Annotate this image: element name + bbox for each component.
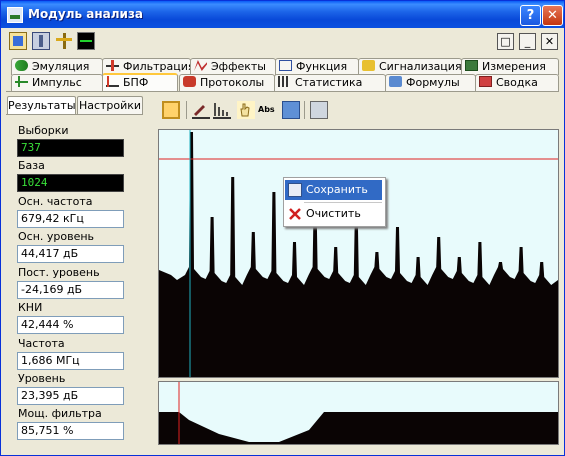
base-value: 1024 [17, 174, 124, 192]
window-title: Модуль анализа [28, 7, 144, 21]
tab-emulation[interactable]: Эмуляция [11, 58, 103, 75]
pen-glyph [194, 105, 205, 116]
close-panel-button[interactable]: ✕ [541, 33, 558, 50]
tab-fft[interactable]: БПФ [102, 73, 178, 92]
tab-label: Сигнализация [379, 60, 462, 73]
app-icon [7, 7, 23, 23]
filter-svg [159, 382, 558, 444]
samples-label: Выборки [18, 124, 69, 137]
effects-icon [194, 60, 207, 71]
tab-panel-border [6, 91, 559, 92]
fund-level-value: 44,417 дБ [17, 245, 124, 263]
tab-function[interactable]: Функция [275, 58, 359, 75]
spectrum-svg [159, 130, 558, 377]
tab-statistics[interactable]: Статистика [274, 74, 386, 91]
tab-impulse[interactable]: Импульс [11, 74, 103, 91]
histogram-glyph [214, 103, 228, 116]
summary-icon [479, 76, 492, 87]
subtab-border [6, 114, 143, 115]
level-label: Уровень [18, 372, 66, 385]
samples-value: 737 [17, 139, 124, 157]
menu-item-label: Сохранить [306, 183, 368, 196]
copy-icon[interactable] [310, 101, 328, 119]
function-icon [279, 60, 292, 71]
tab-signaling[interactable]: Сигнализация [358, 58, 462, 75]
filter-icon [106, 60, 119, 71]
pin-icon[interactable] [55, 32, 73, 50]
delete-icon [288, 207, 302, 221]
meter-icon [465, 60, 478, 71]
filter-curve [159, 412, 558, 444]
tab-label: Статистика [295, 76, 363, 89]
context-menu: Сохранить Очистить [283, 177, 386, 227]
tab-settings[interactable]: Настройки [77, 96, 143, 115]
oscilloscope-icon[interactable] [77, 32, 95, 50]
tab-label: Сводка [496, 76, 538, 89]
tab-measurements[interactable]: Измерения [461, 58, 559, 75]
toolbar-separator [304, 101, 305, 119]
tab-protocols[interactable]: Протоколы [179, 74, 275, 91]
emulation-icon [15, 60, 28, 71]
fund-freq-value: 679,42 кГц [17, 210, 124, 228]
tab-label: Протоколы [200, 76, 265, 89]
toolbar-separator [186, 101, 187, 119]
statistics-icon [278, 76, 291, 87]
thd-label: КНИ [18, 301, 43, 314]
frequency-label: Частота [18, 337, 65, 350]
spectrum-trace [159, 132, 558, 377]
help-button[interactable]: ? [520, 5, 541, 26]
fund-freq-label: Осн. частота [18, 195, 93, 208]
tab-label: Эффекты [211, 60, 266, 73]
open-icon[interactable] [9, 32, 27, 50]
menu-item-clear[interactable]: Очистить [285, 204, 382, 224]
histogram-icon[interactable] [213, 101, 231, 119]
delete-glyph [289, 208, 301, 220]
menu-separator [304, 202, 382, 203]
tab-formulas[interactable]: Формулы [385, 74, 476, 91]
analysis-window: Модуль анализа ? ✕ □ _ ✕ Эмуляция Фильтр… [0, 0, 565, 456]
main-toolbar: □ _ ✕ [1, 29, 564, 55]
restore-button[interactable]: □ [497, 33, 514, 50]
display-icon[interactable] [282, 101, 300, 119]
fund-level-label: Осн. уровень [18, 230, 95, 243]
tab-effects[interactable]: Эффекты [190, 58, 276, 75]
title-bar[interactable]: Модуль анализа ? ✕ [1, 1, 564, 28]
filter-power-value: 85,751 % [17, 422, 124, 440]
dc-level-value: -24,169 дБ [17, 281, 124, 299]
tab-label: Функция [296, 60, 348, 73]
menu-item-label: Очистить [306, 207, 361, 220]
base-label: База [18, 159, 45, 172]
filter-plot[interactable] [158, 381, 559, 445]
minimize-button[interactable]: _ [519, 33, 536, 50]
hand-icon[interactable] [237, 101, 255, 119]
tab-label: Измерения [482, 60, 546, 73]
close-button[interactable]: ✕ [542, 5, 563, 26]
tab-label: Эмуляция [32, 60, 90, 73]
menu-item-save[interactable]: Сохранить [285, 180, 382, 200]
impulse-icon [15, 76, 28, 87]
signaling-icon [362, 60, 375, 71]
tab-results[interactable]: Результаты [7, 96, 76, 115]
tab-label: Формулы [406, 76, 460, 89]
frequency-value: 1,686 МГц [17, 352, 124, 370]
level-value: 23,395 дБ [17, 387, 124, 405]
hand-glyph [240, 103, 250, 117]
formulas-icon [389, 76, 402, 87]
book-icon[interactable] [32, 32, 50, 50]
tab-summary[interactable]: Сводка [475, 74, 559, 91]
spectrum-plot[interactable] [158, 129, 559, 378]
thd-value: 42,444 % [17, 316, 124, 334]
save-icon [288, 183, 302, 197]
pen-icon[interactable] [192, 101, 210, 119]
cursor-mode-icon[interactable] [162, 101, 180, 119]
filter-power-label: Мощ. фильтра [18, 407, 102, 420]
tab-label: БПФ [123, 76, 149, 89]
fft-icon [106, 76, 119, 87]
tab-label: Фильтрация [123, 60, 191, 73]
abs-button[interactable]: Abs [258, 101, 278, 119]
tab-label: Импульс [32, 76, 82, 89]
protocols-icon [183, 76, 196, 87]
dc-level-label: Пост. уровень [18, 266, 100, 279]
